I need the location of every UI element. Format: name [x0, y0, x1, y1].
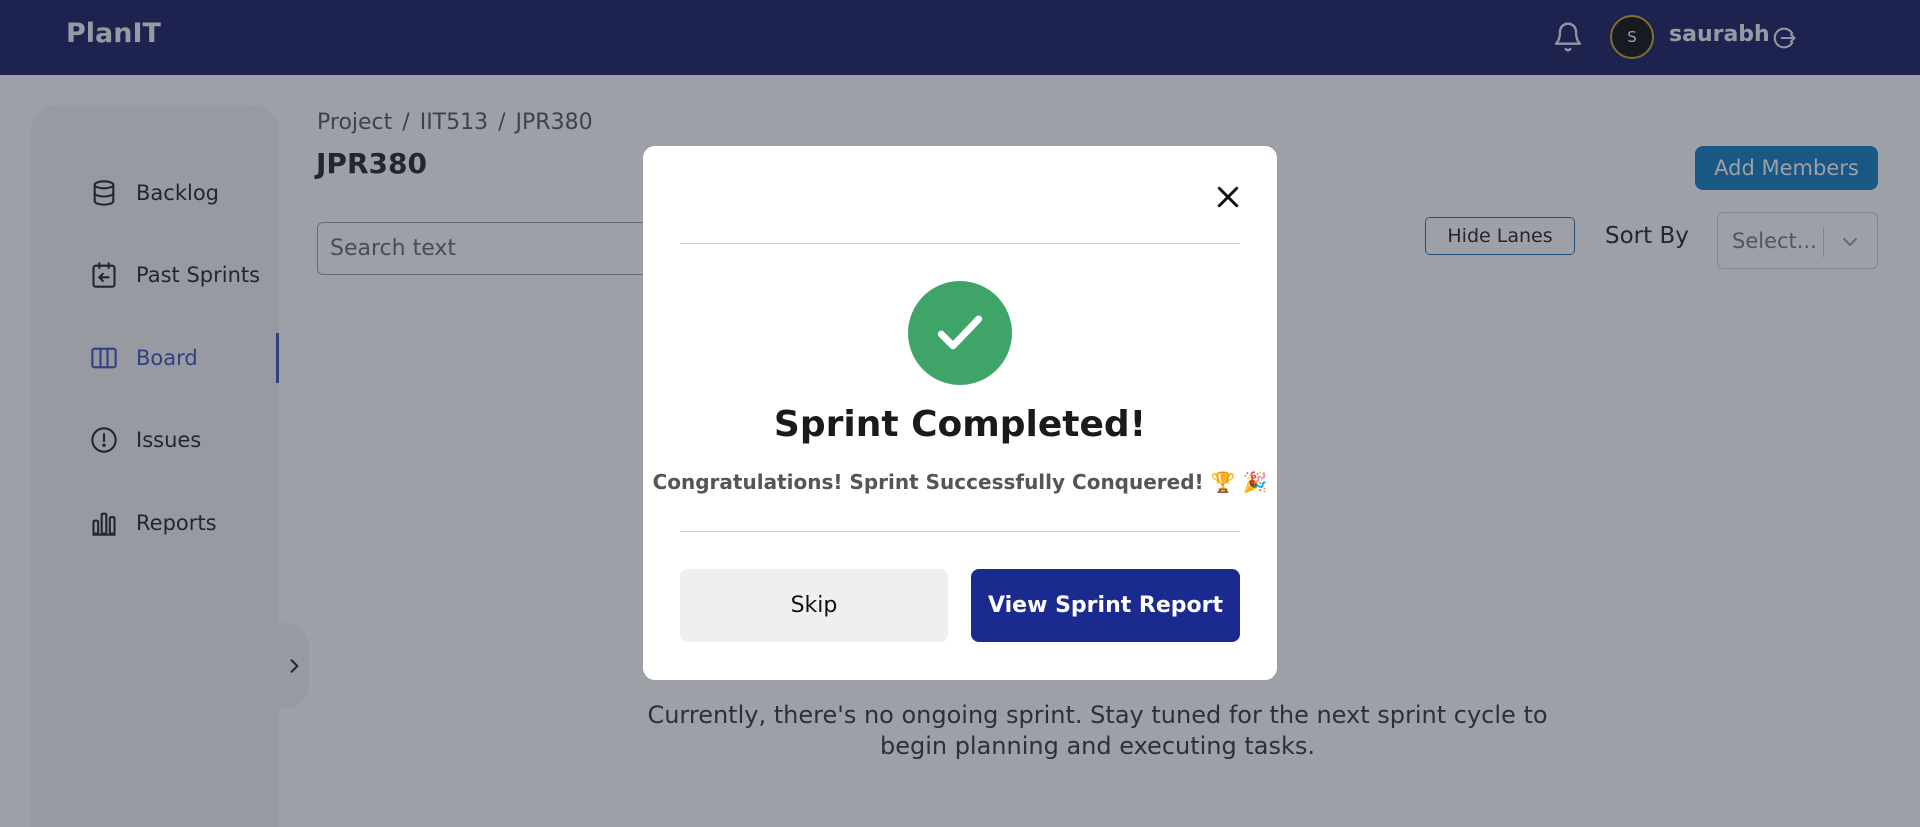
view-sprint-report-button[interactable]: View Sprint Report: [971, 569, 1240, 642]
close-icon[interactable]: [1213, 182, 1243, 212]
modal-title: Sprint Completed!: [773, 404, 1147, 445]
modal-divider: [680, 243, 1240, 244]
sprint-completed-modal: Sprint Completed! Congratulations! Sprin…: [643, 146, 1277, 680]
modal-message: Congratulations! Sprint Successfully Con…: [652, 470, 1268, 494]
success-check-icon: [908, 281, 1012, 385]
skip-button[interactable]: Skip: [680, 569, 948, 642]
modal-divider: [680, 531, 1240, 532]
